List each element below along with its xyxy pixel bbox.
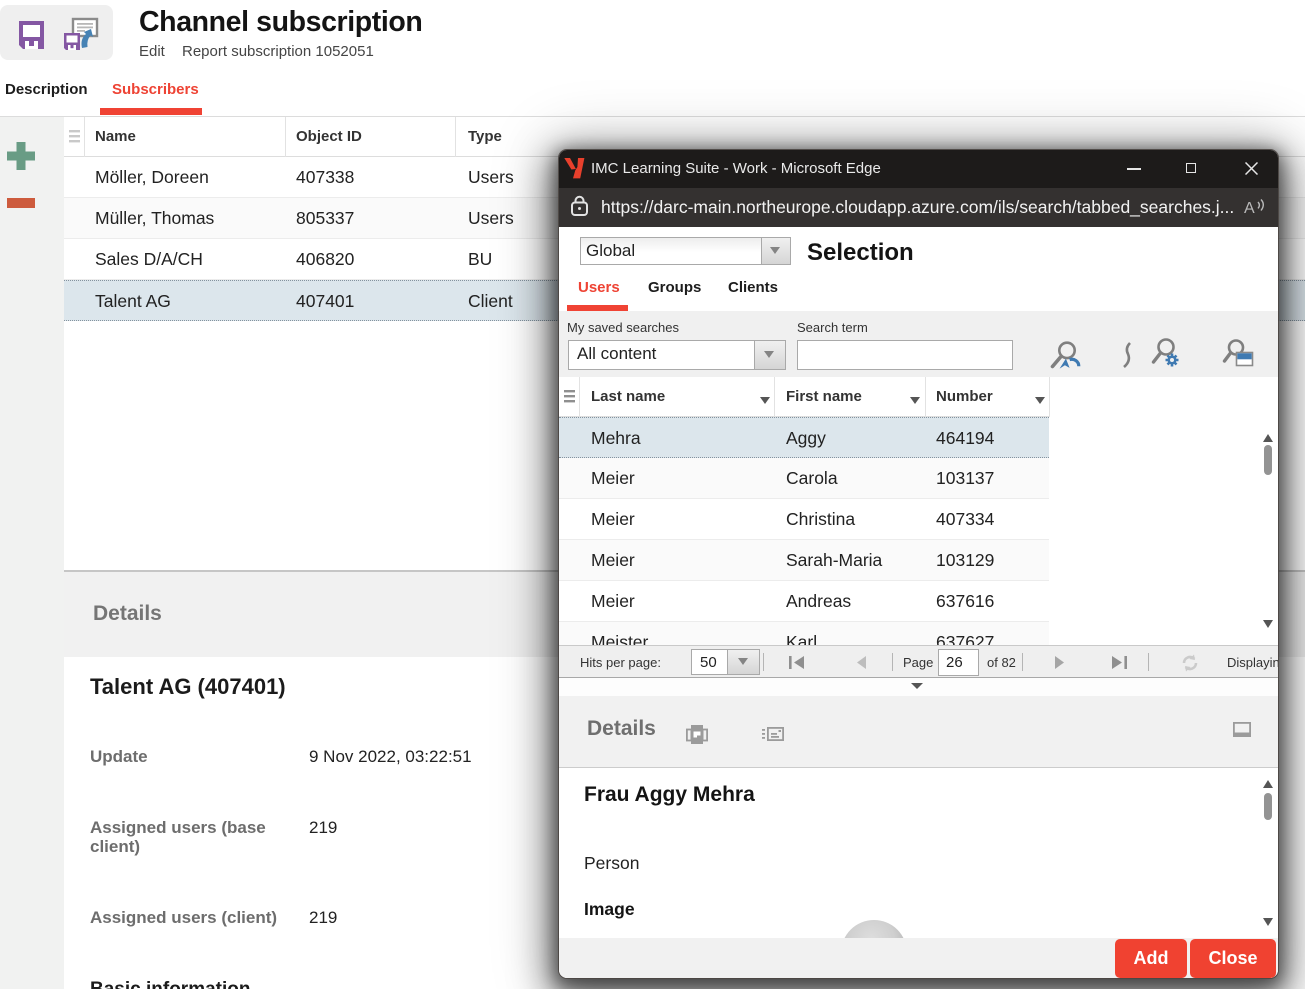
svg-text:A: A bbox=[1244, 200, 1255, 215]
